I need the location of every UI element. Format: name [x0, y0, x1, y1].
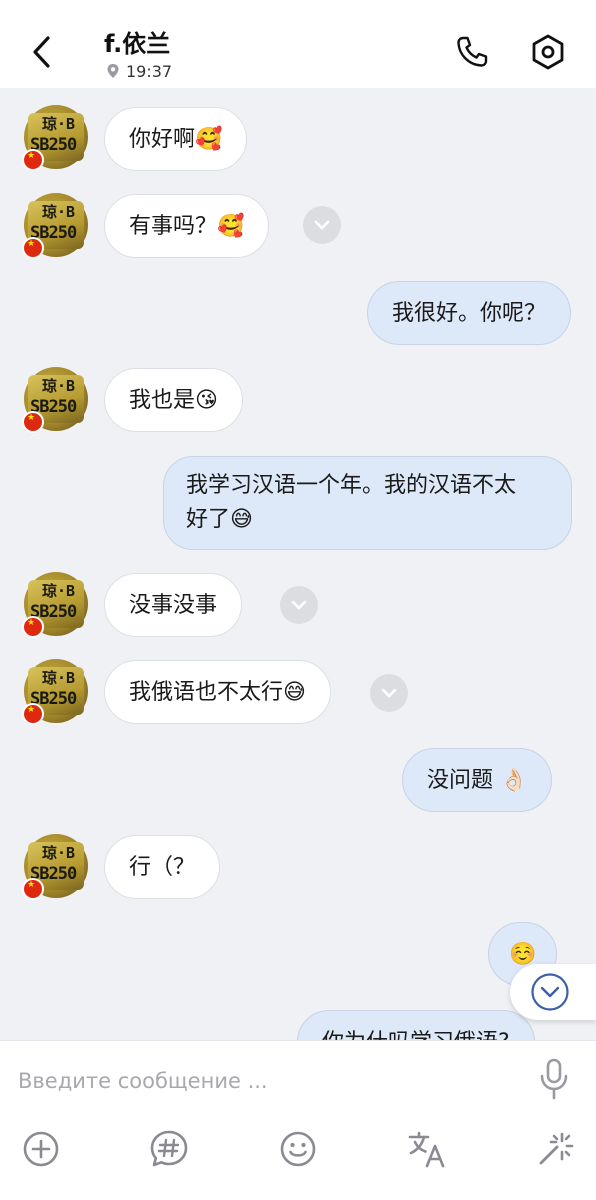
message-composer [0, 1040, 596, 1200]
outgoing-message[interactable]: 我学习汉语一个年。我的汉语不太 好了😅 [163, 456, 572, 550]
translate-toggle-button[interactable] [303, 206, 341, 244]
message-input[interactable] [18, 1059, 518, 1103]
message-line: 我学习汉语一个年。我的汉语不太 [186, 473, 517, 498]
voice-message-button[interactable] [534, 1055, 574, 1103]
hashtag-button[interactable] [147, 1127, 191, 1171]
phone-icon [457, 36, 488, 67]
outgoing-message[interactable]: 没问题 👌🏻 [402, 748, 553, 812]
chevron-down-icon [291, 600, 307, 610]
contact-avatar[interactable]: 琼·B SB250 [22, 367, 88, 433]
chevron-down-circle-icon [531, 973, 569, 1011]
translate-toggle-button[interactable] [370, 674, 408, 712]
incoming-message[interactable]: 你好啊🥰 [104, 107, 248, 171]
hashtag-bubble-icon [150, 1130, 188, 1167]
contact-avatar[interactable]: 琼·B SB250 [22, 193, 88, 259]
china-flag-icon [22, 149, 44, 171]
china-flag-icon [22, 237, 44, 259]
settings-hexagon-icon [532, 34, 564, 70]
incoming-message[interactable]: 行（？ [104, 835, 221, 899]
sparkle-icon [539, 1132, 574, 1165]
chevron-left-icon [33, 36, 50, 68]
location-pin-icon [107, 64, 119, 78]
contact-name[interactable]: f.依兰 [104, 24, 170, 59]
outgoing-message[interactable]: 你为什吗学习俄语? [297, 1010, 535, 1040]
outgoing-message[interactable]: 我很好。你呢？ [367, 281, 572, 345]
chat-settings-button[interactable] [526, 30, 570, 74]
contact-avatar[interactable]: 琼·B SB250 [22, 572, 88, 638]
scroll-to-bottom-button[interactable] [510, 964, 596, 1020]
contact-avatar[interactable]: 琼·B SB250 [22, 105, 88, 171]
incoming-message[interactable]: 我俄语也不太行😅 [104, 660, 331, 724]
message-list[interactable]: 琼·B SB250 你好啊🥰 琼·B SB250 有事吗？🥰 我很好。你呢？ 琼… [0, 88, 596, 1040]
plus-circle-icon [23, 1131, 59, 1167]
china-flag-icon [22, 411, 44, 433]
china-flag-icon [22, 703, 44, 725]
message-line: 好了😅 [186, 507, 253, 532]
contact-avatar[interactable]: 琼·B SB250 [22, 659, 88, 725]
magic-button[interactable] [533, 1127, 577, 1171]
china-flag-icon [22, 616, 44, 638]
translate-toggle-button[interactable] [280, 586, 318, 624]
translate-icon [408, 1131, 445, 1168]
chevron-down-icon [314, 220, 330, 230]
china-flag-icon [22, 878, 44, 900]
status-time: 19:37 [126, 61, 173, 81]
chat-header: f.依兰 19:37 [0, 0, 596, 88]
incoming-message[interactable]: 我也是😘 [104, 368, 243, 432]
emoji-button[interactable] [276, 1127, 320, 1171]
chevron-down-icon [381, 688, 397, 698]
incoming-message[interactable]: 没事没事 [104, 573, 243, 637]
microphone-icon [540, 1058, 568, 1100]
translate-button[interactable] [405, 1127, 449, 1171]
back-button[interactable] [22, 30, 62, 74]
call-button[interactable] [450, 30, 494, 74]
last-seen-status: 19:37 [106, 60, 172, 82]
contact-avatar[interactable]: 琼·B SB250 [22, 834, 88, 900]
incoming-message[interactable]: 有事吗？🥰 [104, 194, 270, 258]
smiley-icon [280, 1131, 316, 1167]
attach-button[interactable] [19, 1127, 63, 1171]
